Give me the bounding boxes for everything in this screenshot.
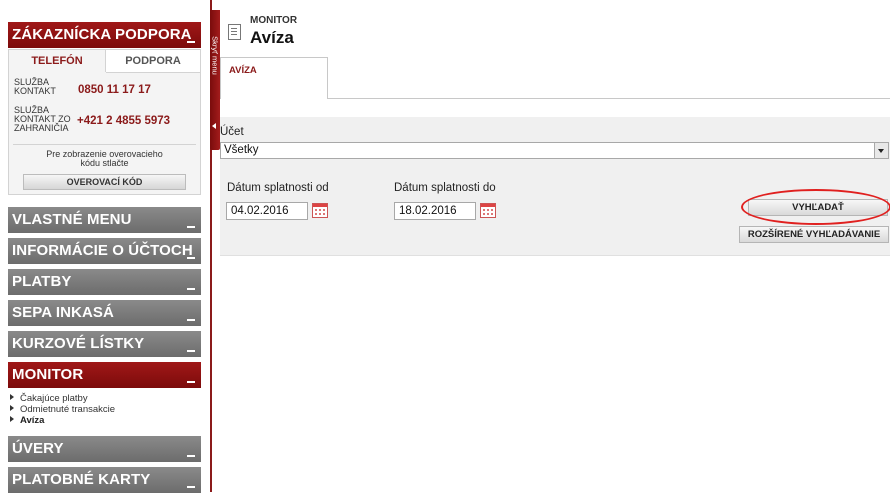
collapse-icon bbox=[187, 381, 195, 383]
verification-code-button[interactable]: OVEROVACÍ KÓD bbox=[23, 174, 186, 190]
dropdown-arrow-icon[interactable] bbox=[874, 143, 888, 158]
collapse-icon bbox=[187, 455, 195, 457]
menu-item-label: PLATBY bbox=[12, 273, 72, 290]
divider bbox=[13, 144, 196, 145]
filter-panel: Účet Všetky Dátum splatnosti od 04.02.20… bbox=[220, 117, 890, 256]
page-title: Avíza bbox=[250, 28, 294, 47]
date-to-label: Dátum splatnosti do bbox=[394, 182, 496, 194]
arrow-left-icon bbox=[212, 123, 216, 129]
menu-item-monitor[interactable]: MONITOR bbox=[8, 362, 201, 388]
menu-item-label: PLATOBNÉ KARTY bbox=[12, 471, 151, 488]
menu-item-label: SEPA INKASÁ bbox=[12, 304, 114, 321]
breadcrumb: MONITOR bbox=[250, 15, 298, 26]
contact-label-1: SLUŽBA KONTAKT bbox=[14, 77, 56, 96]
tab-aviza[interactable]: AVÍZA bbox=[220, 57, 328, 99]
tab-support[interactable]: PODPORA bbox=[106, 50, 200, 73]
sidebar: ZÁKAZNÍCKA PODPORA TELEFÓN PODPORA SLUŽB… bbox=[0, 0, 210, 493]
menu-item-sepa[interactable]: SEPA INKASÁ bbox=[8, 300, 201, 326]
menu-item-label: KURZOVÉ LÍSTKY bbox=[12, 335, 145, 352]
monitor-submenu: Čakajúce platby Odmietnuté transakcie Av… bbox=[10, 393, 115, 426]
support-box: TELEFÓN PODPORA SLUŽBA KONTAKT 0850 11 1… bbox=[8, 49, 201, 195]
hide-menu-label: Skryť menu bbox=[210, 36, 220, 75]
collapse-icon bbox=[187, 288, 195, 290]
triangle-right-icon bbox=[10, 405, 14, 412]
submenu-item-rejected-transactions[interactable]: Odmietnuté transakcie bbox=[10, 404, 115, 415]
collapse-icon bbox=[187, 226, 195, 228]
menu-item-label: INFORMÁCIE O ÚČTOCH bbox=[12, 242, 193, 259]
contact-number-1: 0850 11 17 17 bbox=[78, 84, 151, 96]
account-select[interactable]: Všetky bbox=[220, 142, 889, 159]
date-from-label: Dátum splatnosti od bbox=[227, 182, 329, 194]
calendar-icon[interactable] bbox=[312, 203, 328, 218]
menu-item-label: ÚVERY bbox=[12, 440, 64, 457]
account-label: Účet bbox=[220, 126, 244, 138]
date-to-input[interactable]: 18.02.2016 bbox=[394, 202, 476, 220]
calendar-icon[interactable] bbox=[480, 203, 496, 218]
customer-support-label: ZÁKAZNÍCKA PODPORA bbox=[12, 26, 192, 43]
collapse-icon bbox=[187, 319, 195, 321]
collapse-icon bbox=[187, 486, 195, 488]
menu-item-loans[interactable]: ÚVERY bbox=[8, 436, 201, 462]
contact-number-2: +421 2 4855 5973 bbox=[77, 115, 171, 127]
menu-item-payments[interactable]: PLATBY bbox=[8, 269, 201, 295]
hide-menu-toggle[interactable]: Skryť menu bbox=[210, 10, 220, 150]
verify-text: Pre zobrazenie overovacieho kódu stlačte bbox=[46, 149, 163, 168]
tab-phone[interactable]: TELEFÓN bbox=[9, 50, 106, 72]
date-from-input[interactable]: 04.02.2016 bbox=[226, 202, 308, 220]
submenu-item-pending-payments[interactable]: Čakajúce platby bbox=[10, 393, 115, 404]
highlight-ellipse bbox=[741, 189, 890, 225]
menu-item-label: VLASTNÉ MENU bbox=[12, 211, 132, 228]
account-select-value: Všetky bbox=[224, 144, 259, 156]
document-icon bbox=[228, 24, 241, 40]
menu-item-account-info[interactable]: INFORMÁCIE O ÚČTOCH bbox=[8, 238, 201, 264]
triangle-right-icon bbox=[10, 394, 14, 401]
collapse-icon bbox=[187, 41, 195, 43]
submenu-item-aviza[interactable]: Avíza bbox=[10, 415, 115, 426]
customer-support-header[interactable]: ZÁKAZNÍCKA PODPORA bbox=[8, 22, 201, 48]
menu-item-label: MONITOR bbox=[12, 366, 84, 383]
collapse-icon bbox=[187, 257, 195, 259]
triangle-right-icon bbox=[10, 416, 14, 423]
menu-item-custom-menu[interactable]: VLASTNÉ MENU bbox=[8, 207, 201, 233]
collapse-icon bbox=[187, 350, 195, 352]
menu-item-exchange-rates[interactable]: KURZOVÉ LÍSTKY bbox=[8, 331, 201, 357]
contact-label-2: SLUŽBA KONTAKT ZO ZAHRANIČIA bbox=[14, 105, 71, 133]
advanced-search-button[interactable]: ROZŠÍRENÉ VYHĽADÁVANIE bbox=[739, 226, 889, 243]
menu-item-payment-cards[interactable]: PLATOBNÉ KARTY bbox=[8, 467, 201, 493]
